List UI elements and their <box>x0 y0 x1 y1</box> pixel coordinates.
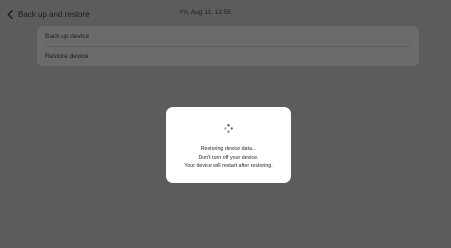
dialog-message-line-2: Don't turn off your device. <box>198 154 259 161</box>
settings-screen: Back up and restore Fri, Aug 11, 13:58 B… <box>0 0 451 248</box>
back-up-device-item[interactable]: Back up device <box>37 26 419 46</box>
page-title: Back up and restore <box>18 9 90 19</box>
back-button[interactable]: Back up and restore <box>7 7 90 21</box>
dialog-message-line-1: Restoring device data... <box>200 146 257 152</box>
back-up-device-label: Back up device <box>45 32 90 40</box>
dialog-message-line-3: Your device will restart after restoring… <box>184 163 273 169</box>
chevron-left-icon <box>7 9 13 19</box>
loading-spinner-icon <box>223 121 234 133</box>
restore-device-item[interactable]: Restore device <box>37 46 419 66</box>
top-bar: Back up and restore Fri, Aug 11, 13:58 <box>0 0 451 26</box>
backup-options-list: Back up device Restore device <box>37 26 419 66</box>
restore-device-label: Restore device <box>45 52 89 60</box>
status-datetime: Fri, Aug 11, 13:58 <box>180 9 231 16</box>
dialog-message: Restoring device data... Don't turn off … <box>166 145 291 171</box>
restore-progress-dialog: Restoring device data... Don't turn off … <box>166 107 291 183</box>
